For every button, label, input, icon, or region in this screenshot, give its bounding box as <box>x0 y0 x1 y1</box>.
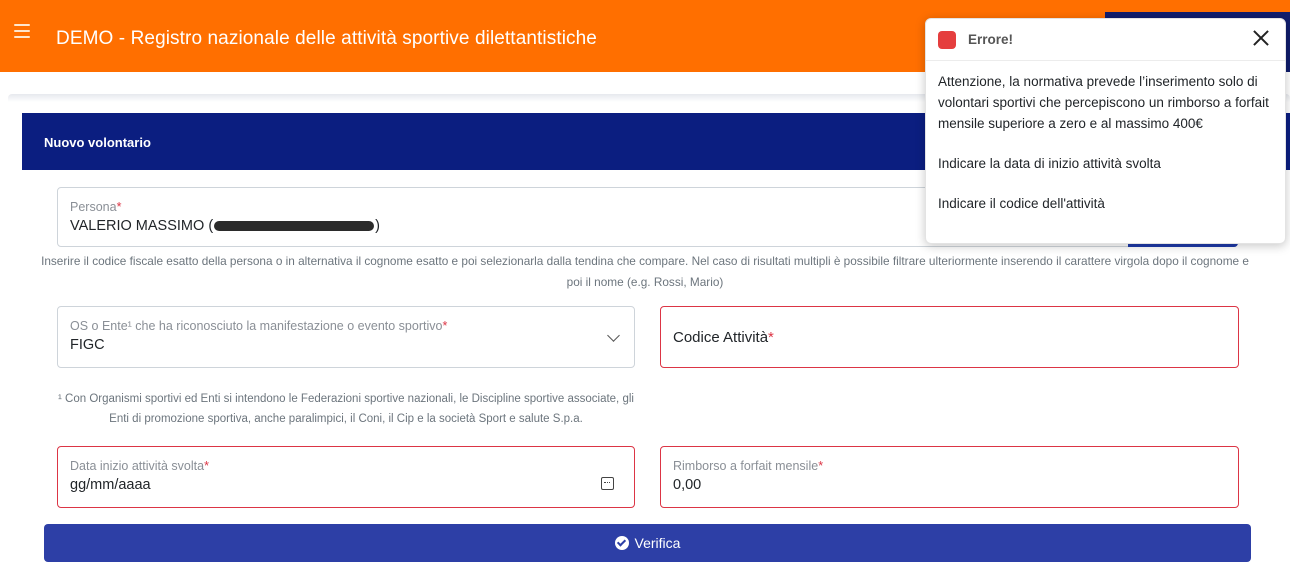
app-title: DEMO - Registro nazionale delle attività… <box>56 28 597 49</box>
close-icon[interactable] <box>1251 28 1271 48</box>
rimborso-field[interactable]: Rimborso a forfait mensile* 0,00 <box>660 446 1239 508</box>
os-footnote: ¹ Con Organismi sportivi ed Enti si inte… <box>58 393 634 425</box>
error-toast: Errore! Attenzione, la normativa prevede… <box>925 18 1286 244</box>
rimborso-value: 0,00 <box>673 477 702 493</box>
verifica-label: Verifica <box>634 535 681 551</box>
os-ente-select[interactable]: OS o Ente¹ che ha riconosciuto la manife… <box>57 306 635 368</box>
rimborso-label: Rimborso a forfait mensile* <box>673 459 824 473</box>
calendar-icon[interactable] <box>601 477 614 490</box>
card-title: Nuovo volontario <box>44 135 151 150</box>
hamburger-icon[interactable] <box>14 24 30 38</box>
codice-attivita-field[interactable]: Codice Attività* <box>660 306 1239 368</box>
verifica-button[interactable]: Verifica <box>44 524 1251 562</box>
codice-attivita-label: Codice Attività* <box>673 329 774 346</box>
data-inizio-field[interactable]: Data inizio attività svolta* gg/mm/aaaa <box>57 446 635 508</box>
os-ente-label: OS o Ente¹ che ha riconosciuto la manife… <box>70 319 448 333</box>
check-circle-icon <box>614 536 629 550</box>
data-inizio-value: gg/mm/aaaa <box>70 477 151 493</box>
redacted-codice-fiscale <box>214 221 375 232</box>
persona-hint: Inserire il codice fiscale esatto della … <box>41 254 1249 289</box>
toast-title: Errore! <box>968 32 1014 47</box>
toast-message: Indicare il codice dell'attività <box>938 196 1105 211</box>
os-ente-value: FIGC <box>70 337 105 353</box>
error-icon <box>938 31 956 49</box>
toast-message: Indicare la data di inizio attività svol… <box>938 156 1161 171</box>
chevron-down-icon[interactable] <box>607 329 620 342</box>
toast-message: Attenzione, la normativa prevede l’inser… <box>938 74 1269 131</box>
toast-body: Attenzione, la normativa prevede l’inser… <box>938 71 1278 233</box>
persona-value: VALERIO MASSIMO () <box>70 218 380 234</box>
toast-header: Errore! <box>926 19 1285 61</box>
data-inizio-label: Data inizio attività svolta* <box>70 459 209 473</box>
persona-label: Persona* <box>70 200 122 214</box>
